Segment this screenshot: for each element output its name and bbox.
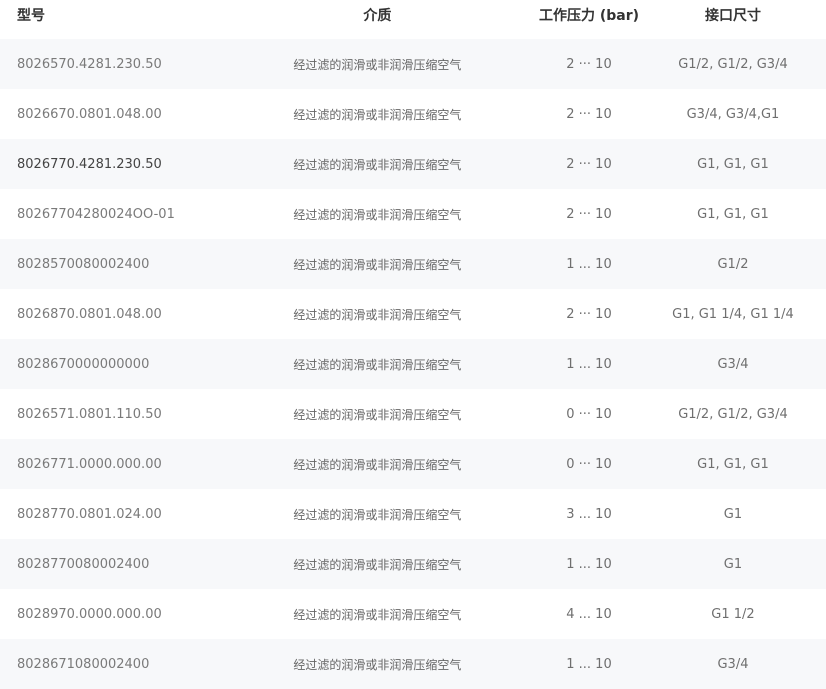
cell-pressure: 4 ... 10 (566, 606, 612, 622)
cell-pressure: 0 ··· 10 (566, 406, 612, 422)
cell-pressure: 1 ... 10 (566, 656, 612, 672)
cell-pressure: 1 ... 10 (566, 356, 612, 372)
cell-model: 8026870.0801.048.00 (17, 306, 162, 322)
cell-port: G1/2, G1/2, G3/4 (678, 56, 788, 72)
header-pressure: 工作压力 (bar) (538, 8, 640, 24)
cell-media: 经过滤的润滑或非润滑压缩空气 (293, 207, 462, 222)
cell-media: 经过滤的润滑或非润滑压缩空气 (293, 407, 462, 422)
cell-model: 8028970.0000.000.00 (17, 606, 162, 622)
cell-media: 经过滤的润滑或非润滑压缩空气 (293, 507, 462, 522)
table-row[interactable]: 8028570080002400 经过滤的润滑或非润滑压缩空气 1 ... 10… (0, 239, 826, 289)
cell-media: 经过滤的润滑或非润滑压缩空气 (293, 457, 462, 472)
table-row[interactable]: 8028671080002400 经过滤的润滑或非润滑压缩空气 1 ... 10… (0, 639, 826, 689)
cell-media: 经过滤的润滑或非润滑压缩空气 (293, 157, 462, 172)
cell-port: G1, G1, G1 (697, 156, 769, 172)
header-port: 接口尺寸 (704, 8, 761, 24)
cell-pressure: 1 ... 10 (566, 556, 612, 572)
cell-port: G1/2, G1/2, G3/4 (678, 406, 788, 422)
cell-port: G3/4 (717, 656, 749, 672)
table-row[interactable]: 8026870.0801.048.00 经过滤的润滑或非润滑压缩空气 2 ···… (0, 289, 826, 339)
table-row[interactable]: 8026771.0000.000.00 经过滤的润滑或非润滑压缩空气 0 ···… (0, 439, 826, 489)
cell-pressure: 1 ... 10 (566, 256, 612, 272)
cell-port: G1, G1, G1 (697, 456, 769, 472)
table-row[interactable]: 80267704280024OO-01 经过滤的润滑或非润滑压缩空气 2 ···… (0, 189, 826, 239)
table-row[interactable]: 8028770080002400 经过滤的润滑或非润滑压缩空气 1 ... 10… (0, 539, 826, 589)
cell-media: 经过滤的润滑或非润滑压缩空气 (293, 257, 462, 272)
cell-pressure: 0 ··· 10 (566, 456, 612, 472)
cell-pressure: 3 ... 10 (566, 506, 612, 522)
cell-pressure: 2 ··· 10 (566, 206, 612, 222)
cell-model: 8028671080002400 (17, 656, 150, 672)
table-row[interactable]: 8026670.0801.048.00 经过滤的润滑或非润滑压缩空气 2 ···… (0, 89, 826, 139)
cell-media: 经过滤的润滑或非润滑压缩空气 (293, 107, 462, 122)
cell-port: G1, G1 1/4, G1 1/4 (672, 306, 794, 322)
cell-media: 经过滤的润滑或非润滑压缩空气 (293, 657, 462, 672)
cell-media: 经过滤的润滑或非润滑压缩空气 (293, 357, 462, 372)
cell-media: 经过滤的润滑或非润滑压缩空气 (293, 557, 462, 572)
cell-model: 8026571.0801.110.50 (17, 406, 162, 422)
table-header-row: 型号 介质 工作压力 (bar) 接口尺寸 (0, 0, 826, 39)
cell-pressure: 2 ··· 10 (566, 306, 612, 322)
cell-model: 8026670.0801.048.00 (17, 106, 162, 122)
product-table: 型号 介质 工作压力 (bar) 接口尺寸 8026570.4281.230.5… (0, 0, 826, 689)
cell-pressure: 2 ··· 10 (566, 106, 612, 122)
cell-port: G1 (723, 506, 743, 522)
table-row[interactable]: 8026571.0801.110.50 经过滤的润滑或非润滑压缩空气 0 ···… (0, 389, 826, 439)
table-row[interactable]: 8028670000000000 经过滤的润滑或非润滑压缩空气 1 ... 10… (0, 339, 826, 389)
cell-port: G1/2 (717, 256, 749, 272)
header-media: 介质 (363, 8, 392, 24)
cell-model: 8028670000000000 (17, 356, 150, 372)
table-row[interactable]: 8026770.4281.230.50 经过滤的润滑或非润滑压缩空气 2 ···… (0, 139, 826, 189)
cell-media: 经过滤的润滑或非润滑压缩空气 (293, 607, 462, 622)
cell-port: G1, G1, G1 (697, 206, 769, 222)
cell-port: G3/4 (717, 356, 749, 372)
cell-model: 8026770.4281.230.50 (17, 156, 162, 172)
cell-model: 80267704280024OO-01 (17, 206, 175, 222)
table-row[interactable]: 8028770.0801.024.00 经过滤的润滑或非润滑压缩空气 3 ...… (0, 489, 826, 539)
cell-port: G3/4, G3/4,G1 (686, 106, 780, 122)
cell-model: 8028770.0801.024.00 (17, 506, 162, 522)
cell-model: 8028770080002400 (17, 556, 150, 572)
cell-media: 经过滤的润滑或非润滑压缩空气 (293, 307, 462, 322)
cell-model: 8026570.4281.230.50 (17, 56, 162, 72)
header-model: 型号 (17, 8, 45, 24)
cell-media: 经过滤的润滑或非润滑压缩空气 (293, 57, 462, 72)
cell-port: G1 (723, 556, 743, 572)
cell-pressure: 2 ··· 10 (566, 156, 612, 172)
cell-pressure: 2 ··· 10 (566, 56, 612, 72)
cell-port: G1 1/2 (711, 606, 755, 622)
table-body: 8026570.4281.230.50 经过滤的润滑或非润滑压缩空气 2 ···… (0, 39, 826, 689)
table-row[interactable]: 8026570.4281.230.50 经过滤的润滑或非润滑压缩空气 2 ···… (0, 39, 826, 89)
cell-model: 8026771.0000.000.00 (17, 456, 162, 472)
cell-model: 8028570080002400 (17, 256, 150, 272)
table-row[interactable]: 8028970.0000.000.00 经过滤的润滑或非润滑压缩空气 4 ...… (0, 589, 826, 639)
